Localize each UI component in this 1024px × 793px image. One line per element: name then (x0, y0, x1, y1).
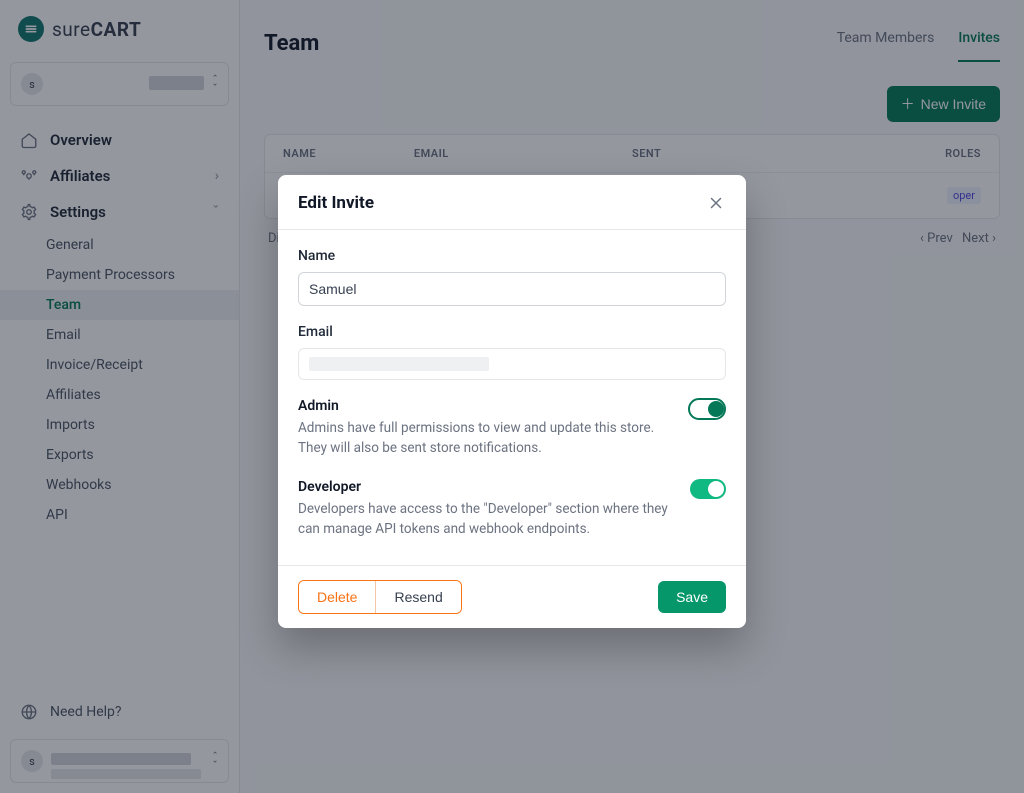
close-icon[interactable] (706, 193, 726, 213)
email-field: Email (298, 324, 726, 380)
name-input[interactable] (298, 272, 726, 306)
admin-role-row: Admin Admins have full permissions to vi… (298, 398, 726, 459)
name-field: Name (298, 248, 726, 306)
modal-title: Edit Invite (298, 193, 374, 213)
modal-body: Name Email Admin Admins have full permis… (278, 230, 746, 565)
delete-button[interactable]: Delete (299, 581, 376, 613)
developer-title: Developer (298, 479, 674, 495)
modal-header: Edit Invite (278, 175, 746, 230)
developer-desc: Developers have access to the "Developer… (298, 499, 674, 540)
modal-overlay[interactable]: Edit Invite Name Email Admin Admins have… (0, 0, 1024, 793)
admin-toggle[interactable] (688, 398, 726, 420)
edit-invite-modal: Edit Invite Name Email Admin Admins have… (278, 175, 746, 628)
name-label: Name (298, 248, 726, 264)
resend-button[interactable]: Resend (376, 581, 460, 613)
email-input[interactable] (298, 348, 726, 380)
save-button[interactable]: Save (658, 581, 726, 613)
delete-resend-group: Delete Resend (298, 580, 462, 614)
email-label: Email (298, 324, 726, 340)
email-redacted (309, 357, 489, 371)
developer-role-row: Developer Developers have access to the … (298, 479, 726, 540)
modal-footer: Delete Resend Save (278, 565, 746, 628)
developer-toggle[interactable] (690, 479, 726, 499)
admin-title: Admin (298, 398, 672, 414)
admin-desc: Admins have full permissions to view and… (298, 418, 672, 459)
